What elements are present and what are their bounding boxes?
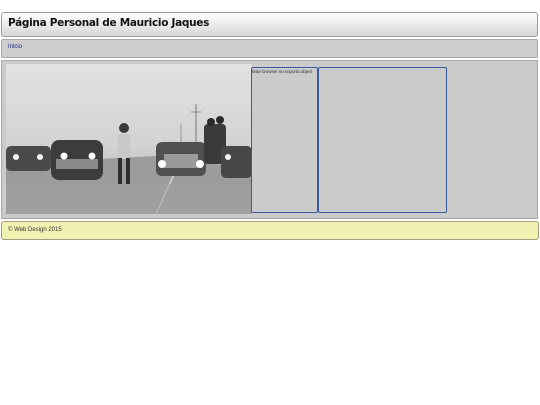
photo-image <box>6 64 252 214</box>
footer-copyright: © Web Design 2015 <box>8 227 62 233</box>
page-title: Página Personal de Mauricio Jaques <box>8 17 210 29</box>
page-header: Página Personal de Mauricio Jaques <box>1 12 538 37</box>
hero-photo <box>6 64 252 214</box>
nav-bar: Inicio <box>1 39 538 58</box>
embedded-object-frame: Este browser no soporta object <box>251 67 318 213</box>
embedded-object-frame-2 <box>318 67 447 213</box>
object-fallback-text: Este browser no soporta object <box>252 69 313 74</box>
page-footer: © Web Design 2015 <box>1 221 539 240</box>
nav-link-inicio[interactable]: Inicio <box>8 44 22 50</box>
